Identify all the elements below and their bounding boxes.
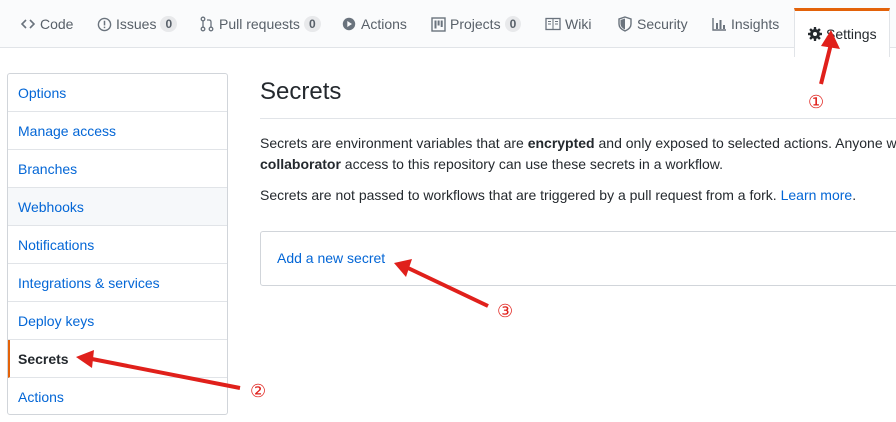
annotation-step-2: ② xyxy=(250,381,267,402)
arrow-to-secrets xyxy=(91,357,241,390)
arrow-to-secrets-head xyxy=(76,350,94,368)
annotation-step-3: ③ xyxy=(497,301,514,322)
arrow-to-add-secret xyxy=(407,266,489,308)
annotation-arrows xyxy=(76,30,840,390)
arrow-to-settings xyxy=(819,43,833,85)
arrow-to-settings-head xyxy=(821,30,840,49)
annotation-step-1: ① xyxy=(808,92,825,113)
